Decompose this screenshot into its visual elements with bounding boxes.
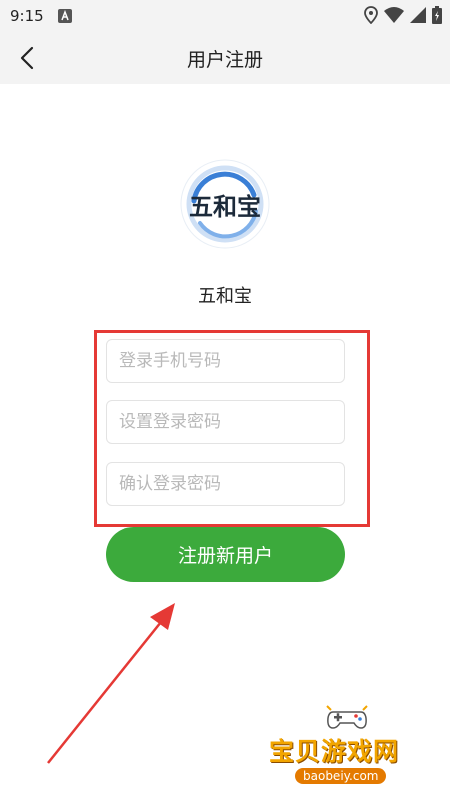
status-bar: 9:15 (0, 0, 450, 32)
register-button[interactable]: 注册新用户 (106, 527, 345, 582)
status-time: 9:15 (10, 7, 44, 25)
location-icon (364, 6, 378, 24)
battery-icon (432, 6, 442, 24)
app-name: 五和宝 (198, 286, 252, 307)
watermark: 宝贝游戏网 baobeiy.com (265, 700, 445, 795)
status-icons (364, 6, 442, 24)
confirm-password-input[interactable] (106, 462, 345, 506)
wifi-icon (384, 7, 404, 23)
app-notification-icon (58, 9, 72, 23)
app-bar: 用户注册 (0, 32, 450, 84)
logo-text: 五和宝 (189, 192, 261, 221)
gamepad-icon (326, 705, 368, 729)
password-input[interactable] (106, 400, 345, 444)
page-title: 用户注册 (186, 49, 263, 71)
watermark-url: baobeiy.com (295, 768, 387, 784)
phone-input[interactable] (106, 339, 345, 383)
watermark-text: 宝贝游戏网 (269, 737, 400, 766)
signal-icon (410, 7, 426, 23)
app-logo: 五和宝 (180, 159, 270, 249)
